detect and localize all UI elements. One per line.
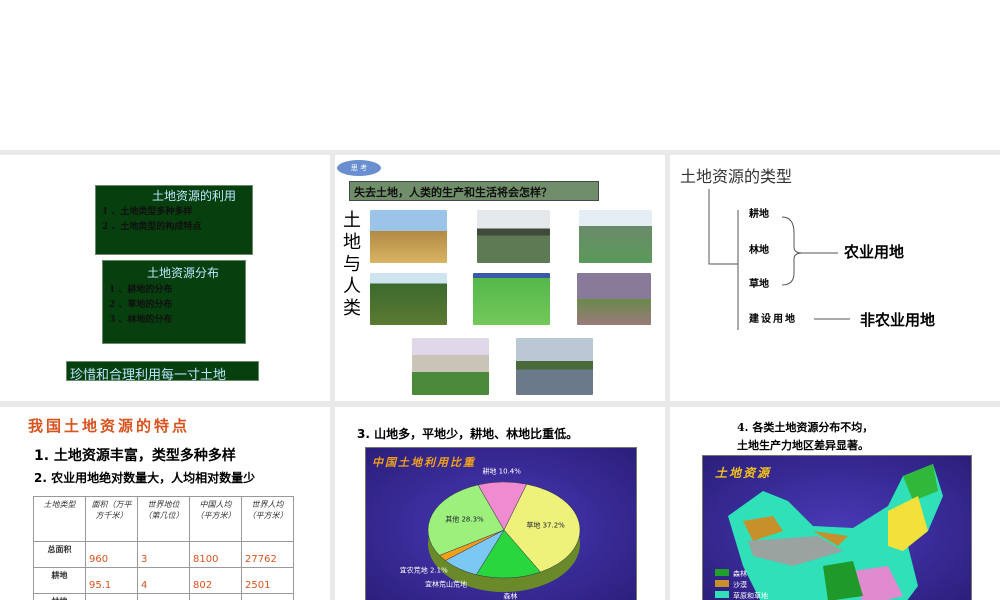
- table-header: 面积（万平方千米）: [85, 496, 138, 542]
- table-cell: 960: [85, 541, 138, 568]
- legend-label: 草原和草地: [733, 592, 768, 600]
- legend-item: 沙漠: [715, 580, 768, 591]
- table-header: 世界地位（第几位）: [137, 496, 190, 542]
- table-cell: 27762: [241, 541, 294, 568]
- type-item: 建设用地: [749, 314, 797, 325]
- slide-thumbnail-1[interactable]: 土地资源的利用 1 、土地类型多种多样 2 、土地类型的构成特点 土地资源分布 …: [0, 155, 330, 401]
- table-row: 耕地 95.1 4 802 2501: [33, 567, 294, 594]
- box-item: 2 、草地的分布: [109, 300, 173, 310]
- table-cell: 林地: [33, 593, 86, 600]
- legend-item: 草原和草地: [715, 591, 768, 600]
- legend-label: 沙漠: [733, 581, 747, 589]
- crop-rows-photo: [579, 210, 652, 263]
- lake-photo: [516, 338, 593, 395]
- slide-title-line-1: 4. 各类土地资源分布不均，: [737, 421, 874, 434]
- slide-thumbnail-3[interactable]: 土地资源的类型 耕地 林地 草地 建设用地 农业用地 非农业用地: [670, 155, 1000, 401]
- slide-title: 3. 山地多，平地少，耕地、林地比重低。: [357, 427, 579, 441]
- box-item: 2 、土地类型的构成特点: [102, 222, 202, 232]
- table-cell: 3: [137, 541, 190, 568]
- question-banner: 失去土地，人类的生产和生活将会怎样？: [349, 181, 599, 201]
- chart-panel: 中国土地利用比重 耕地 10.4% 草地 37.2% 森林 宜林荒山荒地 宜农荒地 2.…: [365, 447, 637, 600]
- table-cell: 95.1: [85, 567, 138, 594]
- box-item: 1 、土地类型多种多样: [102, 207, 193, 217]
- slide-thumbnail-5[interactable]: 3. 山地多，平地少，耕地、林地比重低。 中国土地利用比重 耕地 10.4% 草地…: [335, 407, 665, 600]
- building-photo: [412, 338, 489, 395]
- box-item: 1 、耕地的分布: [109, 285, 173, 295]
- type-item: 林地: [749, 245, 769, 256]
- banner: 珍惜和合理利用每一寸土地: [66, 361, 259, 383]
- slide-title-line-2: 土地生产力地区差异显著。: [737, 439, 869, 452]
- table-header: 世界人均（平方米）: [241, 496, 294, 542]
- table-cell: 总面积: [33, 541, 86, 568]
- table-cell: 2501: [241, 567, 294, 594]
- thought-bubble: 思 考: [337, 160, 381, 176]
- desert-swatch: [715, 580, 729, 587]
- box-item: 3 、林地的分布: [109, 315, 173, 325]
- side-title: 土地与人类: [343, 210, 361, 319]
- tree-connector-lines: [708, 189, 850, 330]
- type-item: 草地: [749, 279, 769, 290]
- field-photo: [477, 210, 550, 263]
- slide-thumbnail-4[interactable]: 我国土地资源的特点 1. 土地资源丰富，类型多种多样 2. 农业用地绝对数量大，…: [0, 407, 330, 600]
- harvest-photo: [370, 210, 447, 263]
- pie-label: 宜农荒地 2.1%: [400, 565, 448, 574]
- point-2: 2. 农业用地绝对数量大，人均相对数量少: [34, 471, 256, 485]
- slide-title: 我国土地资源的特点: [28, 417, 191, 435]
- table-header: 中国人均（平方米）: [189, 496, 242, 542]
- forest-photo: [370, 273, 447, 325]
- grassland-photo: [473, 273, 550, 325]
- agri-label: 农业用地: [844, 243, 905, 261]
- pie-label: 其他 28.3%: [445, 514, 484, 523]
- nonagri-label: 非农业用地: [860, 311, 936, 329]
- legend-label: 森林: [733, 570, 747, 578]
- legend-item: 森林: [715, 569, 768, 580]
- pie-label: 耕地 10.4%: [482, 467, 521, 476]
- table-cell: 耕地: [33, 567, 86, 594]
- slide-thumbnail-2[interactable]: 思 考 失去土地，人类的生产和生活将会怎样？ 土地与人类: [335, 155, 665, 401]
- table-row: 林地: [33, 593, 294, 600]
- table-header: 土地类型: [33, 496, 86, 542]
- table-cell: 4: [137, 567, 190, 594]
- table-cell: 8100: [189, 541, 242, 568]
- map-legend: 森林 沙漠 草原和草地: [715, 569, 768, 600]
- point-1: 1. 土地资源丰富，类型多种多样: [34, 448, 236, 464]
- type-item: 耕地: [749, 209, 769, 220]
- pie-chart: 耕地 10.4% 草地 37.2% 森林 宜林荒山荒地 宜农荒地 2.1% 其他 28.3…: [400, 467, 581, 600]
- box-title: 土地资源的利用: [152, 189, 237, 203]
- forest-swatch: [715, 569, 729, 576]
- map-panel: 土地资源 森林 沙漠 草原和草地: [702, 455, 972, 600]
- distribution-box: 土地资源分布 1 、耕地的分布 2 、草地的分布 3 、林地的分布: [102, 260, 246, 344]
- pie-label: 宜林荒山荒地: [425, 580, 467, 589]
- table-row: 总面积 960 3 8100 27762: [33, 541, 294, 568]
- land-data-table: 土地类型 面积（万平方千米） 世界地位（第几位） 中国人均（平方米） 世界人均（…: [33, 496, 294, 600]
- box-title: 土地资源分布: [147, 266, 220, 280]
- pie-label: 森林: [503, 591, 517, 600]
- pie-label: 草地 37.2%: [526, 520, 565, 529]
- road-photo: [577, 273, 651, 325]
- slide-thumbnail-6[interactable]: 4. 各类土地资源分布不均， 土地生产力地区差异显著。 土地资源 森林 沙漠 草…: [670, 407, 1000, 600]
- land-use-box: 土地资源的利用 1 、土地类型多种多样 2 、土地类型的构成特点: [95, 185, 253, 255]
- table-cell: 802: [189, 567, 242, 594]
- grassland-swatch: [715, 591, 729, 598]
